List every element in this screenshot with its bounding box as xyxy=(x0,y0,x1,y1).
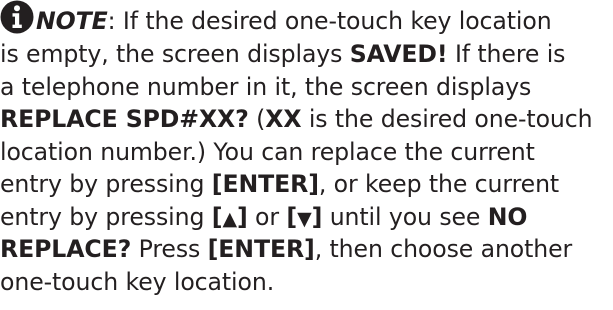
note-line-5: location number.) You can replace the cu… xyxy=(0,136,613,169)
saved-message: SAVED! xyxy=(349,40,448,68)
no-replace-message-part2: REPLACE? xyxy=(0,235,132,263)
note-line-6: entry by pressing [ENTER], or keep the c… xyxy=(0,168,613,201)
no-replace-message-part1: NO xyxy=(487,202,528,231)
note-text-8d: , then choose another xyxy=(314,235,573,263)
note-text-8b: Press xyxy=(131,235,208,263)
note-line-2: is empty, the screen displays SAVED! If … xyxy=(0,38,613,71)
note-text-6a: entry by pressing xyxy=(0,170,212,198)
note-separator: : xyxy=(107,7,123,35)
bracket-open: [ xyxy=(286,202,298,231)
down-key-label: [▼] xyxy=(286,203,322,231)
note-text-2c: If there is xyxy=(447,40,566,68)
note-line-3: a telephone number in it, the screen dis… xyxy=(0,71,613,104)
note-text-5: location number.) You can replace the cu… xyxy=(0,137,535,166)
up-key-label: [▲] xyxy=(212,203,248,231)
note-text-2a: is empty, the screen displays xyxy=(0,40,350,68)
note-text-4d: is the desired one-touch xyxy=(301,105,593,133)
note-text-6c: , or keep the current xyxy=(318,170,560,198)
note-text-7g: until you see xyxy=(322,202,488,231)
up-arrow-icon: ▲ xyxy=(222,207,237,230)
bracket-close: ] xyxy=(236,202,248,231)
enter-key-label: [ENTER] xyxy=(211,170,319,198)
note-text-4b: ( xyxy=(248,105,266,133)
note-text-7d: or xyxy=(247,202,287,231)
note-text-9: one-touch key location. xyxy=(0,267,275,296)
bracket-open: [ xyxy=(211,202,223,231)
info-icon xyxy=(0,0,34,34)
enter-key-label: [ENTER] xyxy=(207,235,315,263)
note-label: NOTE xyxy=(36,7,108,35)
replace-spd-message: REPLACE SPD#XX? xyxy=(0,105,249,133)
down-arrow-icon: ▼ xyxy=(297,207,312,230)
note-line-9: one-touch key location. xyxy=(0,266,613,299)
bracket-close: ] xyxy=(311,202,323,231)
note-text-1: If the desired one-touch key location xyxy=(122,7,552,35)
note-text-7a: entry by pressing xyxy=(0,202,212,231)
note-text-3: a telephone number in it, the screen dis… xyxy=(0,72,532,101)
note-line-7: entry by pressing [▲] or [▼] until you s… xyxy=(0,201,613,234)
note-block: NOTE: If the desired one-touch key locat… xyxy=(0,0,613,310)
note-line-8: REPLACE? Press [ENTER], then choose anot… xyxy=(0,233,613,266)
xx-term: XX xyxy=(265,105,302,133)
note-line-4: REPLACE SPD#XX? (XX is the desired one-t… xyxy=(0,103,613,136)
note-line-1: NOTE: If the desired one-touch key locat… xyxy=(0,0,613,38)
